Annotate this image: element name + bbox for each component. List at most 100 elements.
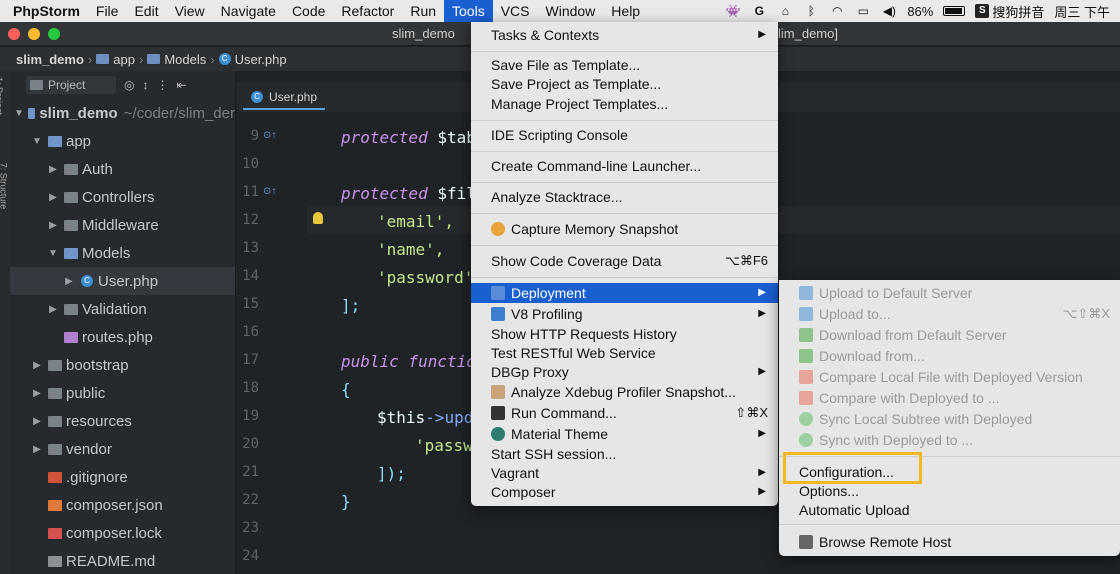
alien-icon[interactable]: 👾	[725, 4, 741, 18]
tree-item-routes-php[interactable]: routes.php	[10, 323, 235, 351]
bell-icon[interactable]: ⌂	[777, 4, 793, 18]
deployment-item-compare-with-deployed-to[interactable]: Compare with Deployed to ...	[779, 388, 1120, 408]
menu-tools[interactable]: Tools	[444, 0, 493, 22]
chevron-right-icon[interactable]: ▶	[46, 164, 60, 175]
tree-item-controllers[interactable]: ▶ Controllers	[10, 183, 235, 211]
tab-user-php[interactable]: C User.php	[243, 86, 326, 110]
deployment-item-download-from-default-server[interactable]: Download from Default Server	[779, 325, 1120, 345]
override-marker-icon[interactable]: ⊙↑	[263, 186, 276, 198]
volume-icon[interactable]: ◀)	[881, 4, 897, 18]
deployment-item-browse-remote-host[interactable]: Browse Remote Host	[779, 532, 1120, 552]
chevron-right-icon[interactable]: ▶	[30, 416, 44, 427]
tree-item-composer-lock[interactable]: composer.lock	[10, 519, 235, 547]
tools-menu-item-save-file-as-template[interactable]: Save File as Template...	[471, 55, 778, 75]
deployment-item-upload-to-default-server[interactable]: Upload to Default Server	[779, 283, 1120, 303]
chevron-right-icon[interactable]: ▶	[46, 220, 60, 231]
chevron-down-icon[interactable]: ▼	[46, 248, 60, 259]
chevron-down-icon[interactable]: ▼	[14, 108, 24, 119]
tools-menu-item-start-ssh-session[interactable]: Start SSH session...	[471, 444, 778, 464]
tree-item-user-php[interactable]: ▶ C User.php	[10, 267, 235, 295]
tools-menu-item-show-http-requests-history[interactable]: Show HTTP Requests History	[471, 324, 778, 344]
input-method[interactable]: S 搜狗拼音	[975, 2, 1044, 21]
breadcrumb-file[interactable]: User.php	[235, 52, 287, 67]
menu-view[interactable]: View	[167, 0, 213, 22]
tools-menu-item-tasks-contexts[interactable]: Tasks & Contexts ▶	[471, 25, 778, 45]
override-marker-icon[interactable]: ⊙↑	[263, 130, 276, 142]
tools-menu-item-create-command-line-launcher[interactable]: Create Command-line Launcher...	[471, 156, 778, 176]
zoom-window-button[interactable]	[48, 28, 60, 40]
tools-menu-item-ide-scripting-console[interactable]: IDE Scripting Console	[471, 125, 778, 145]
app-menu[interactable]: PhpStorm	[0, 0, 88, 22]
tree-item-readme-md[interactable]: README.md	[10, 547, 235, 574]
breadcrumb-project[interactable]: slim_demo	[6, 52, 84, 67]
tools-menu-item-capture-memory-snapshot[interactable]: Capture Memory Snapshot	[471, 219, 778, 239]
deployment-item-upload-to[interactable]: Upload to... ⌥⇧⌘X	[779, 304, 1120, 324]
tree-item-public[interactable]: ▶ public	[10, 379, 235, 407]
tree-item-gitignore[interactable]: .gitignore	[10, 463, 235, 491]
hide-panel-icon[interactable]: ⇤	[176, 78, 186, 92]
chevron-right-icon[interactable]: ▶	[30, 388, 44, 399]
tools-menu-item-composer[interactable]: Composer ▶	[471, 482, 778, 502]
deployment-item-sync-with-deployed-to[interactable]: Sync with Deployed to ...	[779, 430, 1120, 450]
structure-tool-tab[interactable]: 7: Structure	[0, 163, 8, 210]
minimize-window-button[interactable]	[28, 28, 40, 40]
project-tool-tab[interactable]: 1: Project	[0, 77, 4, 115]
tools-menu-item-manage-project-templates[interactable]: Manage Project Templates...	[471, 94, 778, 114]
menu-refactor[interactable]: Refactor	[333, 0, 402, 22]
options-icon[interactable]: ⋮	[156, 78, 168, 92]
bluetooth-icon[interactable]: ᛒ	[803, 4, 819, 18]
menu-window[interactable]: Window	[538, 0, 604, 22]
wifi-icon[interactable]: ◠	[829, 4, 845, 18]
tree-item-middleware[interactable]: ▶ Middleware	[10, 211, 235, 239]
chevron-right-icon[interactable]: ▶	[62, 276, 76, 287]
tree-item-app[interactable]: ▼ app	[10, 127, 235, 155]
deployment-item-options[interactable]: Options...	[779, 481, 1120, 501]
chevron-right-icon[interactable]: ▶	[30, 360, 44, 371]
menu-vcs[interactable]: VCS	[493, 0, 538, 22]
breadcrumb-app[interactable]: app	[113, 52, 135, 67]
tools-menu-item-save-project-as-template[interactable]: Save Project as Template...	[471, 74, 778, 94]
close-window-button[interactable]	[8, 28, 20, 40]
collapse-icon[interactable]: ↕	[142, 78, 148, 92]
tools-menu-item-show-code-coverage-data[interactable]: Show Code Coverage Data ⌥⌘F6	[471, 251, 778, 271]
tree-item-models[interactable]: ▼ Models	[10, 239, 235, 267]
tree-item-bootstrap[interactable]: ▶ bootstrap	[10, 351, 235, 379]
clock[interactable]: 周三 下午	[1054, 2, 1110, 21]
tree-item-composer-json[interactable]: composer.json	[10, 491, 235, 519]
tools-menu-item-analyze-stacktrace[interactable]: Analyze Stacktrace...	[471, 187, 778, 207]
menu-navigate[interactable]: Navigate	[213, 0, 284, 22]
menu-file[interactable]: File	[88, 0, 127, 22]
target-icon[interactable]: ◎	[124, 78, 134, 92]
tree-item-slim-demo[interactable]: ▼ slim_demo ~/coder/slim_der	[10, 99, 235, 127]
intention-bulb-icon[interactable]	[313, 212, 323, 224]
tree-item-vendor[interactable]: ▶ vendor	[10, 435, 235, 463]
tree-item-resources[interactable]: ▶ resources	[10, 407, 235, 435]
project-view-selector[interactable]: Project	[26, 76, 116, 94]
menu-run[interactable]: Run	[402, 0, 444, 22]
deployment-item-download-from[interactable]: Download from...	[779, 346, 1120, 366]
menu-edit[interactable]: Edit	[126, 0, 166, 22]
breadcrumb-models[interactable]: Models	[164, 52, 206, 67]
tools-menu-item-analyze-xdebug-profiler-snapshot[interactable]: Analyze Xdebug Profiler Snapshot...	[471, 382, 778, 402]
tools-menu-item-run-command[interactable]: Run Command... ⇧⌘X	[471, 403, 778, 423]
chevron-right-icon[interactable]: ▶	[46, 192, 60, 203]
tools-menu-item-v8-profiling[interactable]: V8 Profiling ▶	[471, 304, 778, 324]
deployment-item-compare-local-file-with-deployed-version[interactable]: Compare Local File with Deployed Version	[779, 367, 1120, 387]
airplay-icon[interactable]: ▭	[855, 4, 871, 18]
tools-menu-item-dbgp-proxy[interactable]: DBGp Proxy ▶	[471, 362, 778, 382]
tools-menu-item-test-restful-web-service[interactable]: Test RESTful Web Service	[471, 343, 778, 363]
chevron-right-icon[interactable]: ▶	[46, 304, 60, 315]
tools-menu-item-deployment[interactable]: Deployment ▶	[471, 283, 778, 303]
tree-item-auth[interactable]: ▶ Auth	[10, 155, 235, 183]
tree-item-validation[interactable]: ▶ Validation	[10, 295, 235, 323]
deployment-item-sync-local-subtree-with-deployed[interactable]: Sync Local Subtree with Deployed	[779, 409, 1120, 429]
tools-menu-item-vagrant[interactable]: Vagrant ▶	[471, 463, 778, 483]
chevron-down-icon[interactable]: ▼	[30, 136, 44, 147]
g-app-icon[interactable]: G	[751, 4, 767, 18]
tools-menu-item-material-theme[interactable]: Material Theme ▶	[471, 424, 778, 444]
deployment-item-automatic-upload[interactable]: Automatic Upload	[779, 500, 1120, 520]
menu-help[interactable]: Help	[603, 0, 648, 22]
chevron-right-icon[interactable]: ▶	[30, 444, 44, 455]
menu-code[interactable]: Code	[284, 0, 333, 22]
battery-icon[interactable]	[943, 6, 966, 16]
